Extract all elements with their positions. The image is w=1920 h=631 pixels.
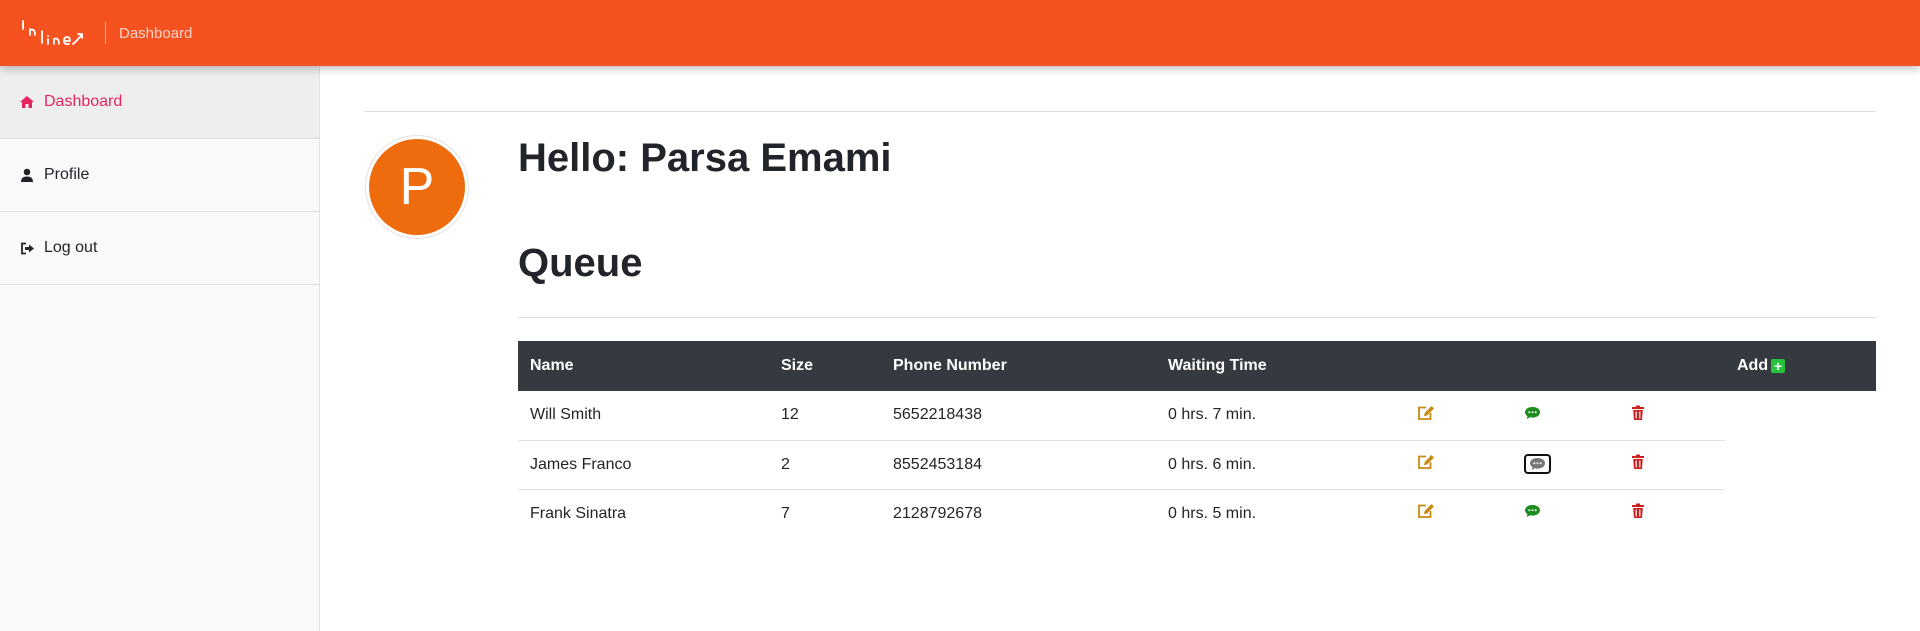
edit-icon[interactable] <box>1417 454 1435 470</box>
sidebar-item-logout[interactable]: Log out <box>0 212 319 285</box>
home-icon <box>19 94 35 110</box>
table-row: Frank Sinatra 7 2128792678 0 hrs. 5 min. <box>518 489 1876 538</box>
cell-empty <box>1725 391 1876 440</box>
cell-edit <box>1405 440 1512 490</box>
navbar-divider <box>105 22 106 44</box>
header-name: Name <box>530 357 574 374</box>
cell-waiting: 0 hrs. 5 min. <box>1168 504 1257 522</box>
cell-size: 2 <box>769 440 881 490</box>
table-header-row: Name Size Phone Number Waiting Time Add + <box>518 341 1876 391</box>
comment-icon[interactable] <box>1524 406 1541 420</box>
cell-size: 7 <box>781 504 790 522</box>
greeting-heading: Hello: Parsa Emami <box>518 136 892 181</box>
comment-icon[interactable] <box>1524 504 1541 518</box>
sidebar-item-dashboard[interactable]: Dashboard <box>0 66 319 139</box>
sidebar-item-label: Log out <box>44 239 98 256</box>
add-button[interactable]: Add + <box>1725 341 1876 391</box>
cell-delete <box>1619 391 1725 441</box>
table-row: Will Smith 12 5652218438 0 hrs. 7 min. <box>518 391 1876 441</box>
cell-empty <box>1725 440 1876 489</box>
cell-delete <box>1619 489 1725 538</box>
user-icon <box>19 167 35 183</box>
cell-edit <box>1405 489 1512 538</box>
header-spacer <box>1512 341 1619 391</box>
inline-logo[interactable] <box>19 16 91 50</box>
cell-message <box>1512 489 1619 538</box>
cell-phone: 2128792678 <box>893 504 982 522</box>
cell-edit <box>1405 391 1512 441</box>
user-name: Parsa Emami <box>640 136 892 180</box>
queue-title: Queue <box>518 241 643 285</box>
comment-icon[interactable] <box>1524 453 1551 474</box>
trash-icon[interactable] <box>1631 405 1645 421</box>
avatar-letter: P <box>369 139 465 235</box>
queue-divider <box>518 317 1876 318</box>
sidebar-item-profile[interactable]: Profile <box>0 139 319 212</box>
trash-icon[interactable] <box>1631 503 1645 519</box>
sidebar-item-label: Dashboard <box>44 93 123 110</box>
cell-waiting: 0 hrs. 7 min. <box>1156 391 1405 441</box>
sign-out-icon <box>19 240 35 256</box>
cell-empty <box>1725 489 1876 538</box>
plus-square-icon: + <box>1771 359 1786 373</box>
edit-icon[interactable] <box>1417 503 1435 519</box>
trash-icon[interactable] <box>1631 454 1645 470</box>
header-spacer <box>1619 341 1725 391</box>
cell-waiting: 0 hrs. 6 min. <box>1156 440 1405 490</box>
header-phone: Phone Number <box>893 357 1007 374</box>
greeting-label: Hello: <box>518 136 630 180</box>
avatar: P <box>365 135 469 239</box>
cell-phone: 5652218438 <box>881 391 1156 441</box>
table-row: James Franco 2 8552453184 0 hrs. 6 min. <box>518 440 1876 490</box>
header-spacer <box>1405 341 1512 391</box>
breadcrumb-dashboard[interactable]: Dashboard <box>119 25 192 42</box>
queue-table: Name Size Phone Number Waiting Time Add +… <box>518 341 1876 538</box>
top-navbar: Dashboard <box>0 0 1920 66</box>
cell-phone: 8552453184 <box>881 440 1156 490</box>
header-waiting-time: Waiting Time <box>1168 357 1267 374</box>
cell-message <box>1512 440 1619 490</box>
cell-delete <box>1619 440 1725 490</box>
top-divider <box>364 111 1876 112</box>
cell-size: 12 <box>769 391 881 441</box>
sidebar-item-label: Profile <box>44 166 90 183</box>
header-size: Size <box>781 357 814 374</box>
sidebar: Dashboard Profile Log out <box>0 66 320 631</box>
add-label: Add <box>1737 357 1769 374</box>
cell-message <box>1512 391 1619 441</box>
cell-name: James Franco <box>518 440 769 490</box>
edit-icon[interactable] <box>1417 405 1435 421</box>
cell-name: Will Smith <box>518 391 769 441</box>
cell-name: Frank Sinatra <box>530 504 627 522</box>
